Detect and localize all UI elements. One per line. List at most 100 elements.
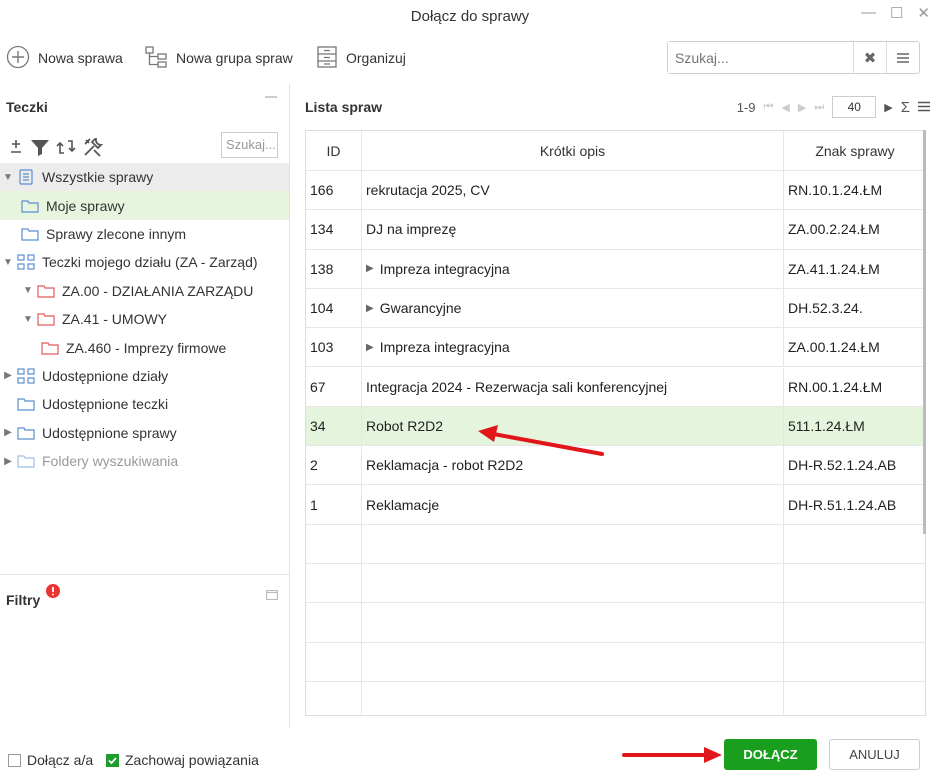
folders-search-input[interactable]: Szukaj...: [221, 132, 278, 158]
menu-icon[interactable]: [886, 42, 919, 73]
tree-item-label: ZA.41 - UMOWY: [62, 311, 168, 328]
tree-item-shared-departments[interactable]: ▶ Udostępnione działy: [0, 362, 289, 390]
department-icon: [16, 368, 36, 384]
prev-page-icon[interactable]: ◀: [781, 101, 789, 114]
collapse-panel-icon[interactable]: [265, 96, 277, 98]
tree-item-label: Sprawy zlecone innym: [46, 225, 187, 242]
expand-row-icon[interactable]: ▶: [366, 342, 374, 353]
cell-sign: DH-R.51.1.24.AB: [784, 485, 925, 523]
tree-item-za00[interactable]: ▼ ZA.00 - DZIAŁANIA ZARZĄDU: [0, 277, 289, 305]
clear-search-icon[interactable]: ✖: [853, 42, 886, 73]
cell-id: 2: [306, 446, 362, 485]
cell-desc: ▶ Gwarancyjne: [362, 288, 784, 328]
refresh-icon[interactable]: [56, 137, 76, 160]
tools-icon[interactable]: [82, 136, 104, 161]
cancel-button[interactable]: ANULUJ: [829, 739, 920, 770]
maximize-icon[interactable]: ☐: [890, 4, 903, 22]
main-search-input[interactable]: [668, 42, 853, 73]
page-size-input[interactable]: 40: [832, 96, 877, 118]
new-case-button[interactable]: Nowa sprawa: [6, 38, 123, 78]
cell-desc-text: Reklamacje: [366, 496, 440, 513]
cases-table: ID Krótki opis Znak sprawy 166 rekrutacj…: [305, 130, 926, 716]
sum-icon[interactable]: Σ: [901, 99, 910, 116]
new-group-button[interactable]: Nowa grupa spraw: [144, 38, 293, 78]
cell-desc-text: DJ na imprezę: [366, 221, 457, 238]
keep-links-label: Zachowaj powiązania: [125, 752, 259, 768]
table-row[interactable]: 1 Reklamacje DH-R.51.1.24.AB: [306, 485, 925, 525]
folder-icon: [16, 425, 36, 441]
organize-button[interactable]: Organizuj: [316, 38, 406, 78]
tree-item-my-cases[interactable]: Moje sprawy: [0, 191, 289, 220]
cell-sign: ZA.00.2.24.ŁM: [784, 210, 925, 248]
col-desc[interactable]: Krótki opis: [362, 131, 784, 170]
table-row[interactable]: 134 DJ na imprezę ZA.00.2.24.ŁM: [306, 210, 925, 250]
cell-desc: rekrutacja 2025, CV: [362, 171, 784, 210]
department-icon: [16, 254, 36, 270]
menu-icon[interactable]: [918, 100, 930, 115]
table-row[interactable]: 103 ▶ Impreza integracyjna ZA.00.1.24.ŁM: [306, 328, 925, 368]
cell-id: 1: [306, 485, 362, 524]
cell-sign: ZA.41.1.24.ŁM: [784, 250, 925, 288]
tree-item-all-cases[interactable]: ▼ Wszystkie sprawy: [0, 163, 289, 192]
attach-aa-label: Dołącz a/a: [27, 752, 94, 768]
tree-item-label: Wszystkie sprawy: [42, 169, 154, 186]
expanded-arrow-icon[interactable]: ▼: [20, 314, 36, 325]
cell-id: 166: [306, 171, 362, 210]
list-doc-icon: [16, 169, 36, 185]
expand-collapse-icon[interactable]: [8, 137, 24, 160]
tree-item-department[interactable]: ▼ Teczki mojego działu (ZA - Zarząd): [0, 248, 289, 276]
tree-item-shared-cases[interactable]: ▶ Udostępnione sprawy: [0, 419, 289, 447]
table-row[interactable]: 104 ▶ Gwarancyjne DH.52.3.24.: [306, 288, 925, 329]
last-page-icon[interactable]: ⏭: [814, 101, 824, 114]
tree-item-delegated[interactable]: Sprawy zlecone innym: [0, 220, 289, 248]
collapsed-arrow-icon[interactable]: ▶: [0, 456, 16, 467]
expand-panel-icon[interactable]: [265, 587, 279, 603]
expanded-arrow-icon[interactable]: ▼: [20, 285, 36, 296]
table-row[interactable]: 138 ▶ Impreza integracyjna ZA.41.1.24.ŁM: [306, 249, 925, 289]
table-row[interactable]: 2 Reklamacja - robot R2D2 DH-R.52.1.24.A…: [306, 446, 925, 486]
red-folder-icon: [36, 311, 56, 327]
cell-sign: ZA.00.1.24.ŁM: [784, 328, 925, 366]
table-scrollbar[interactable]: [923, 130, 926, 534]
keep-links-checkbox[interactable]: Zachowaj powiązania: [106, 752, 259, 768]
filter-icon[interactable]: [30, 137, 50, 160]
expanded-arrow-icon[interactable]: ▼: [0, 172, 16, 183]
minimize-icon[interactable]: —: [861, 4, 876, 22]
col-id[interactable]: ID: [306, 131, 362, 170]
tree-item-za460[interactable]: ZA.460 - Imprezy firmowe: [0, 333, 289, 361]
collapsed-arrow-icon[interactable]: ▶: [0, 427, 16, 438]
tree-item-label: Teczki mojego działu (ZA - Zarząd): [42, 254, 258, 271]
cell-desc: Reklamacje: [362, 485, 784, 524]
collapsed-arrow-icon[interactable]: ▶: [0, 370, 16, 381]
tree-item-za41[interactable]: ▼ ZA.41 - UMOWY: [0, 305, 289, 333]
cell-desc: ▶ Impreza integracyjna: [362, 328, 784, 367]
empty-row: [306, 564, 925, 604]
expand-row-icon[interactable]: ▶: [366, 263, 374, 274]
close-icon[interactable]: ✕: [917, 4, 930, 22]
checkbox-checked[interactable]: [106, 753, 119, 767]
table-row[interactable]: 67 Integracja 2024 - Rezerwacja sali kon…: [306, 367, 925, 407]
window-title: Dołącz do sprawy: [410, 8, 530, 25]
checkbox-unchecked[interactable]: [8, 753, 21, 767]
tree-item-search-folders[interactable]: ▶ Foldery wyszukiwania: [0, 447, 289, 475]
tree-item-label: Udostępnione działy: [42, 367, 169, 384]
filters-section: Filtry: [0, 574, 289, 608]
table-header: ID Krótki opis Znak sprawy: [306, 131, 925, 171]
plus-circle-icon: [6, 45, 30, 72]
empty-row: [306, 603, 925, 643]
first-page-icon[interactable]: ⏮: [764, 101, 774, 114]
attach-aa-checkbox[interactable]: Dołącz a/a: [8, 752, 93, 768]
footer: Dołącz a/a Zachowaj powiązania DOŁĄCZ AN…: [0, 728, 940, 779]
table-row-selected[interactable]: 34 Robot R2D2 511.1.24.ŁM: [306, 406, 925, 447]
cases-panel: Lista spraw 1-9 ⏮ ◀ ▶ ⏭ 40 ▶ Σ ID Krótki…: [290, 84, 940, 728]
go-icon[interactable]: ▶: [884, 101, 892, 114]
expand-row-icon[interactable]: ▶: [366, 303, 374, 314]
next-page-icon[interactable]: ▶: [798, 101, 806, 114]
col-sign[interactable]: Znak sprawy: [784, 131, 925, 170]
expanded-arrow-icon[interactable]: ▼: [0, 257, 16, 268]
table-row[interactable]: 166 rekrutacja 2025, CV RN.10.1.24.ŁM: [306, 171, 925, 211]
attach-button[interactable]: DOŁĄCZ: [724, 739, 817, 770]
folder-icon: [16, 453, 36, 469]
tree-item-label: ZA.00 - DZIAŁANIA ZARZĄDU: [62, 282, 254, 299]
tree-item-shared-folders[interactable]: Udostępnione teczki: [0, 390, 289, 418]
